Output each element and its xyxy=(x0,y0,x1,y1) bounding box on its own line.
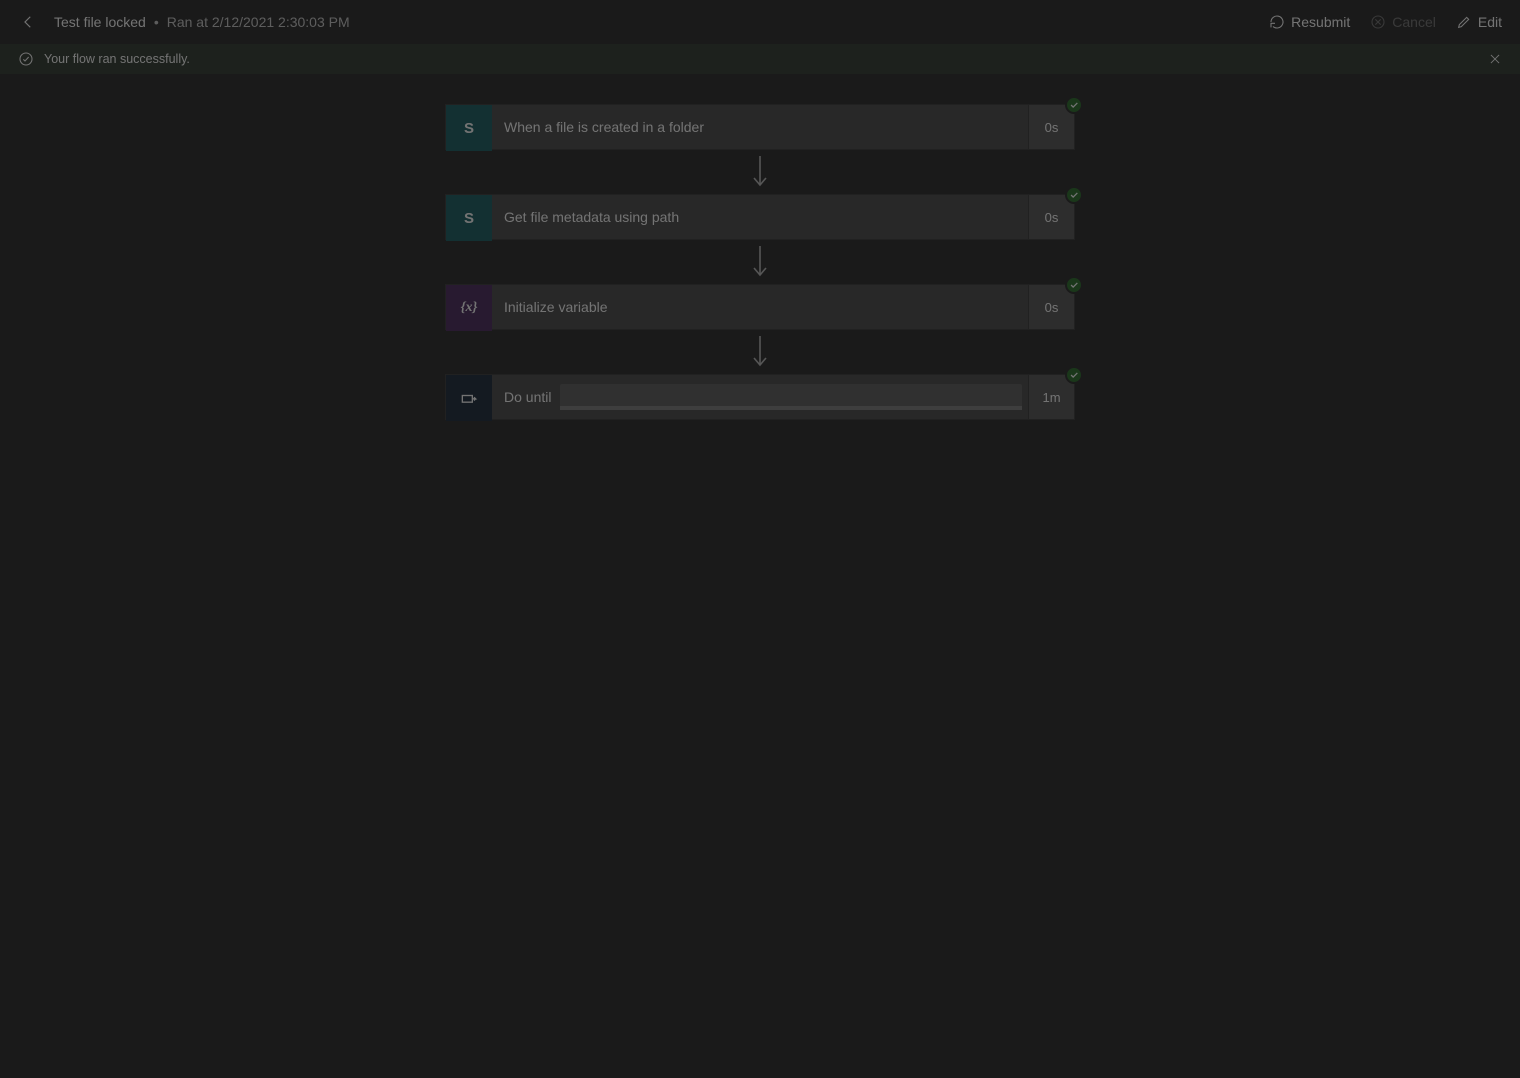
flow-step-card[interactable]: SWhen a file is created in a folder0s xyxy=(445,104,1075,150)
flow-step: {x}Initialize variable0s xyxy=(445,284,1075,330)
step-label-text: When a file is created in a folder xyxy=(504,119,704,135)
status-close-button[interactable] xyxy=(1488,52,1502,66)
progress-bar-fill xyxy=(560,406,1022,410)
sharepoint-icon: S xyxy=(446,105,492,151)
success-circle-icon xyxy=(18,51,34,67)
flow-arrow xyxy=(750,150,770,194)
step-label-text: Initialize variable xyxy=(504,299,608,315)
flow-arrow xyxy=(750,240,770,284)
progress-bar xyxy=(560,384,1022,410)
pencil-icon xyxy=(1456,14,1472,30)
flow-arrow xyxy=(750,330,770,374)
success-badge xyxy=(1065,186,1083,204)
back-button[interactable] xyxy=(18,12,38,32)
step-label: Do until xyxy=(492,375,1028,419)
sharepoint-icon: S xyxy=(446,195,492,241)
cancel-icon xyxy=(1370,14,1386,30)
flow-canvas: SWhen a file is created in a folder0sSGe… xyxy=(0,74,1520,420)
variable-icon: {x} xyxy=(446,285,492,331)
edit-button[interactable]: Edit xyxy=(1456,14,1502,30)
refresh-icon xyxy=(1269,14,1285,30)
close-icon xyxy=(1488,52,1502,66)
control-icon xyxy=(446,375,492,421)
success-badge xyxy=(1065,276,1083,294)
step-label-text: Get file metadata using path xyxy=(504,209,679,225)
top-bar-actions: Resubmit Cancel Edit xyxy=(1269,14,1502,30)
top-bar: Test file locked • Ran at 2/12/2021 2:30… xyxy=(0,0,1520,44)
top-bar-left: Test file locked • Ran at 2/12/2021 2:30… xyxy=(18,12,350,32)
flow-step-card[interactable]: SGet file metadata using path0s xyxy=(445,194,1075,240)
flow-step: Do until1m xyxy=(445,374,1075,420)
step-label: When a file is created in a folder xyxy=(492,105,1028,149)
status-message: Your flow ran successfully. xyxy=(44,52,190,66)
status-bar-left: Your flow ran successfully. xyxy=(18,51,190,67)
cancel-label: Cancel xyxy=(1392,14,1436,30)
status-bar: Your flow ran successfully. xyxy=(0,44,1520,74)
step-label: Get file metadata using path xyxy=(492,195,1028,239)
resubmit-label: Resubmit xyxy=(1291,14,1350,30)
success-badge xyxy=(1065,366,1083,384)
separator-dot: • xyxy=(154,14,159,30)
resubmit-button[interactable]: Resubmit xyxy=(1269,14,1350,30)
flow-title: Test file locked xyxy=(54,14,146,30)
flow-step: SWhen a file is created in a folder0s xyxy=(445,104,1075,150)
cancel-button: Cancel xyxy=(1370,14,1436,30)
arrow-left-icon xyxy=(19,13,37,31)
step-label-text: Do until xyxy=(504,389,551,405)
flow-step-card[interactable]: Do until1m xyxy=(445,374,1075,420)
flow-step-card[interactable]: {x}Initialize variable0s xyxy=(445,284,1075,330)
success-badge xyxy=(1065,96,1083,114)
flow-step: SGet file metadata using path0s xyxy=(445,194,1075,240)
step-label: Initialize variable xyxy=(492,285,1028,329)
edit-label: Edit xyxy=(1478,14,1502,30)
run-timestamp: Ran at 2/12/2021 2:30:03 PM xyxy=(167,14,350,30)
breadcrumb: Test file locked • Ran at 2/12/2021 2:30… xyxy=(54,14,350,30)
